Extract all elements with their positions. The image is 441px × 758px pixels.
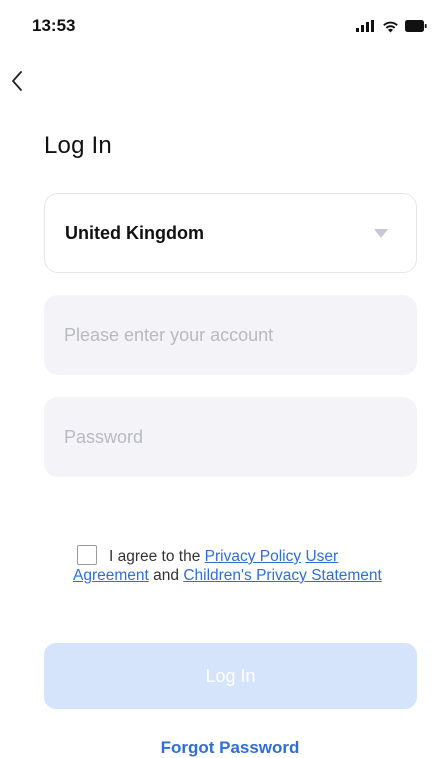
agreement-prefix: I agree to the [109,548,201,565]
account-input[interactable] [44,295,417,375]
country-select[interactable]: United Kingdom [44,193,417,273]
page-title: Log In [44,132,112,159]
status-time: 13:53 [32,16,76,35]
childrens-privacy-link[interactable]: Children's Privacy Statement [183,567,382,584]
wifi-icon [382,20,399,33]
agreement-text: I agree to the Privacy Policy User Agree… [73,545,393,585]
password-input[interactable] [44,397,417,477]
login-screen: 13:53 Log In United Kingdom Please enter… [0,0,441,758]
agree-checkbox[interactable] [77,545,97,565]
agreement-and: and [153,567,180,584]
forgot-password-link[interactable]: Forgot Password [0,738,441,758]
back-button[interactable] [4,66,34,96]
privacy-policy-link[interactable]: Privacy Policy [205,548,301,565]
chevron-left-icon [12,71,22,91]
dropdown-triangle-icon [374,229,388,238]
login-button[interactable]: Log In [44,643,417,709]
status-bar: 13:53 [0,0,441,50]
country-value: United Kingdom [65,223,204,243]
status-icons [356,19,427,33]
signal-icon [356,20,376,32]
battery-icon [405,20,427,32]
